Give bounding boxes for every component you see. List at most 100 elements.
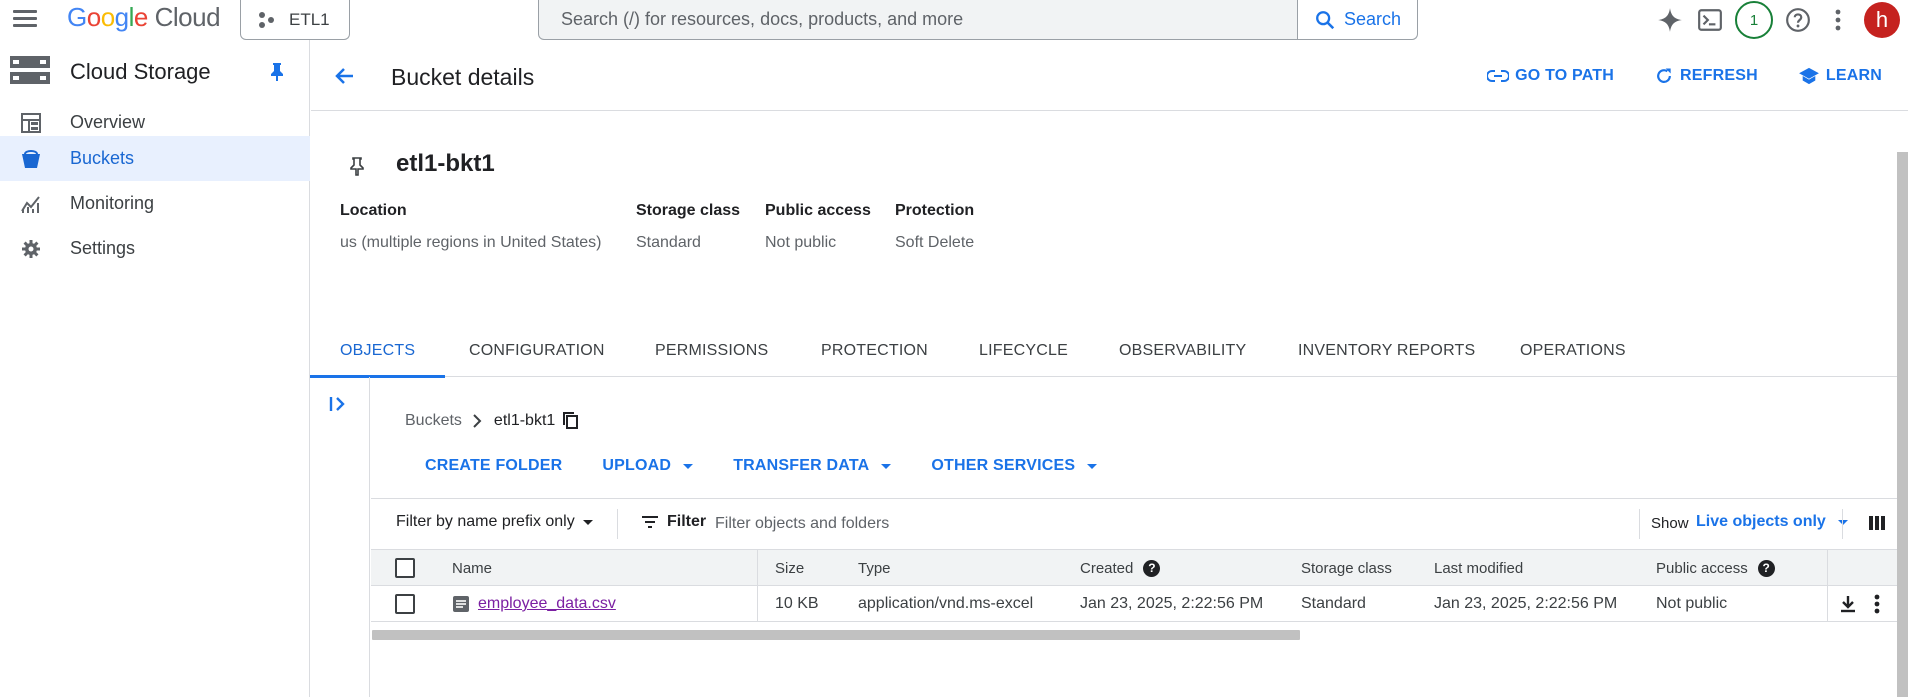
refresh-icon [1657, 68, 1671, 83]
column-display-icon[interactable] [1869, 515, 1885, 531]
divider [1639, 509, 1640, 539]
sidebar-item-monitoring[interactable]: Monitoring [0, 181, 310, 226]
dropdown-caret-icon [582, 519, 593, 525]
dropdown-caret-icon [1087, 463, 1098, 469]
row-checkbox[interactable] [395, 594, 415, 614]
project-icon [257, 10, 277, 30]
logo-cloud-text: Cloud [154, 2, 221, 32]
column-header-name[interactable]: Name [452, 550, 492, 586]
refresh-button[interactable]: REFRESH [1654, 66, 1758, 86]
meta-public-access: Public access Not public [765, 202, 871, 251]
show-objects-dropdown[interactable]: Live objects only [1696, 513, 1848, 531]
cloud-shell-terminal-icon[interactable] [1690, 0, 1730, 40]
column-header-public-access[interactable]: Public access? [1656, 550, 1775, 586]
dropdown-caret-icon [881, 463, 892, 469]
other-services-button[interactable]: OTHER SERVICES [931, 457, 1098, 475]
meta-location: Location us (multiple regions in United … [340, 202, 602, 251]
more-options-icon[interactable] [1818, 0, 1858, 40]
row-more-options-icon[interactable] [1874, 586, 1880, 622]
tab-inventory-reports[interactable]: INVENTORY REPORTS [1298, 324, 1475, 377]
main-menu-icon[interactable] [10, 6, 40, 32]
column-header-size[interactable]: Size [775, 550, 804, 586]
create-folder-button[interactable]: CREATE FOLDER [425, 457, 562, 475]
bucket-name: etl1-bkt1 [396, 150, 495, 177]
expand-panel-icon[interactable] [329, 395, 349, 413]
sidebar-title: Cloud Storage [70, 59, 211, 84]
go-to-path-button[interactable]: GO TO PATH [1487, 66, 1614, 86]
type-cell: application/vnd.ms-excel [858, 595, 1034, 612]
show-label: Show [1651, 515, 1689, 532]
search-button-label: Search [1343, 9, 1402, 29]
filter-mode-dropdown[interactable]: Filter by name prefix only [396, 513, 593, 531]
main-content: Bucket details GO TO PATH REFRESH LEARN … [309, 40, 1908, 697]
sidebar-item-buckets[interactable]: Buckets [0, 136, 310, 181]
tab-lifecycle[interactable]: LIFECYCLE [979, 324, 1068, 377]
divider [1842, 509, 1843, 539]
bucket-pin-icon[interactable] [349, 156, 365, 176]
table-header: Name Size Type Created? Storage class La… [371, 550, 1908, 586]
column-divider [1827, 550, 1828, 586]
help-icon[interactable]: ? [1757, 559, 1775, 577]
tab-configuration[interactable]: CONFIGURATION [469, 324, 605, 377]
back-arrow-icon[interactable] [333, 64, 357, 88]
download-icon[interactable] [1839, 586, 1857, 622]
object-action-bar: CREATE FOLDER UPLOAD TRANSFER DATA OTHER… [425, 457, 1098, 475]
row-select-cell [395, 586, 415, 622]
sidebar-item-label: Buckets [70, 148, 135, 168]
cloud-storage-icon [10, 56, 50, 84]
search-icon [1316, 10, 1335, 29]
public-access-cell: Not public [1656, 595, 1728, 612]
learn-button[interactable]: LEARN [1798, 66, 1882, 86]
search-input[interactable] [539, 0, 1299, 38]
dropdown-caret-icon [683, 463, 694, 469]
notification-count-badge: 1 [1735, 1, 1773, 39]
dashboard-icon [21, 113, 41, 133]
table-row: employee_data.csv 10 KB application/vnd.… [371, 586, 1908, 622]
search-button[interactable]: Search [1297, 0, 1417, 39]
object-name-link[interactable]: employee_data.csv [478, 595, 616, 613]
sidebar-item-label: Settings [70, 238, 136, 258]
breadcrumb-current: etl1-bkt1 [493, 412, 556, 429]
meta-storage-class: Storage class Standard [636, 202, 741, 251]
name-cell: employee_data.csv [452, 586, 616, 622]
upload-button[interactable]: UPLOAD [602, 457, 694, 475]
help-icon[interactable]: ? [1143, 559, 1161, 577]
folder-tree-panel [311, 377, 370, 697]
transfer-data-button[interactable]: TRANSFER DATA [733, 457, 892, 475]
select-all-checkbox[interactable] [395, 558, 415, 578]
tab-protection[interactable]: PROTECTION [821, 324, 928, 377]
column-header-created[interactable]: Created? [1080, 550, 1161, 586]
sidebar-item-settings[interactable]: Settings [0, 226, 310, 271]
last-modified-cell: Jan 23, 2025, 2:22:56 PM [1434, 595, 1618, 612]
gear-icon [22, 240, 40, 258]
help-icon[interactable] [1778, 0, 1818, 40]
breadcrumb-buckets-link[interactable]: Buckets [405, 412, 462, 430]
pin-icon[interactable] [268, 62, 286, 82]
sidebar-item-label: Overview [70, 112, 146, 132]
project-picker-button[interactable]: ETL1 [240, 0, 350, 40]
divider [617, 509, 618, 539]
column-header-storage-class[interactable]: Storage class [1301, 550, 1392, 586]
tab-observability[interactable]: OBSERVABILITY [1119, 324, 1246, 377]
column-header-type[interactable]: Type [858, 550, 891, 586]
top-icons: 1 h [1650, 0, 1908, 40]
tab-permissions[interactable]: PERMISSIONS [655, 324, 768, 377]
column-divider [757, 550, 758, 586]
notifications-button[interactable]: 1 [1730, 0, 1778, 40]
filter-icon [642, 516, 658, 528]
copy-icon[interactable] [563, 412, 579, 430]
account-avatar[interactable]: h [1864, 2, 1900, 38]
vertical-scrollbar[interactable] [1897, 152, 1908, 697]
gemini-sparkle-icon[interactable] [1650, 0, 1690, 40]
project-name: ETL1 [289, 9, 330, 29]
tab-operations[interactable]: OPERATIONS [1520, 324, 1626, 377]
sidebar-header: Cloud Storage [0, 52, 310, 92]
google-cloud-logo[interactable]: Google Cloud [67, 2, 221, 33]
filter-button[interactable]: Filter [641, 513, 706, 531]
select-all-cell [395, 550, 415, 586]
tab-objects[interactable]: OBJECTS [309, 324, 446, 378]
filter-input[interactable] [715, 507, 1415, 541]
column-header-last-modified[interactable]: Last modified [1434, 550, 1523, 586]
breadcrumb: Buckets etl1-bkt1 [405, 412, 579, 430]
horizontal-scrollbar[interactable] [372, 630, 1300, 640]
